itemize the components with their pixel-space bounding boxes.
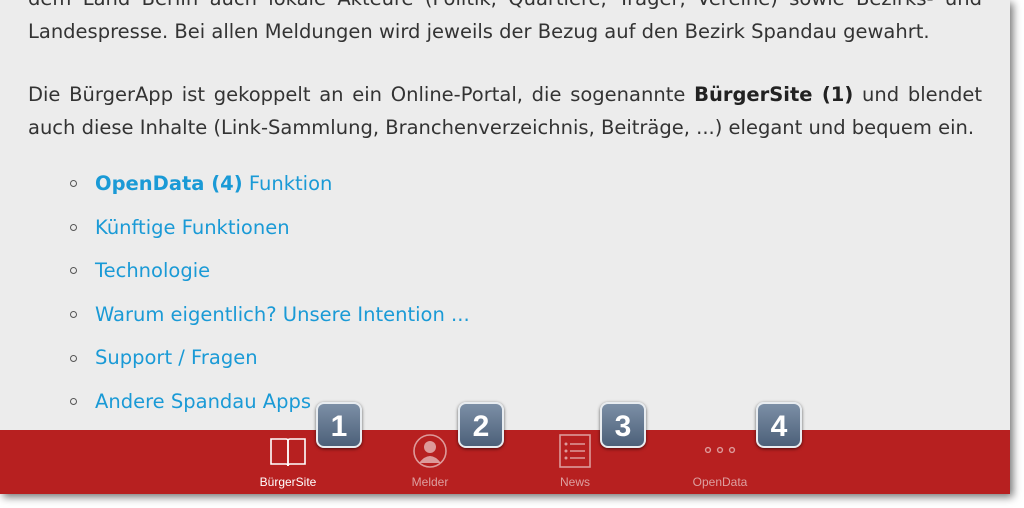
buergerapp-line-1: Die BürgerApp ist gekoppelt an ein Onlin… xyxy=(28,78,982,111)
tab-label: BürgerSite xyxy=(259,475,317,489)
intro-line-1: dem Land Berlin auch lokale Akteure (Pol… xyxy=(28,0,982,15)
link-list: OpenData (4) Funktion Künftige Funktione… xyxy=(70,162,470,424)
buergerapp-text-pre: Die BürgerApp ist gekoppelt an ein Onlin… xyxy=(28,83,695,106)
buergerapp-text-post: und blendet xyxy=(853,83,982,106)
buergerapp-paragraph: Die BürgerApp ist gekoppelt an ein Onlin… xyxy=(28,78,982,144)
link-text: Funktion xyxy=(242,172,333,195)
callout-badge-4: 4 xyxy=(756,402,802,448)
callout-badge-2: 2 xyxy=(458,402,504,448)
list-icon xyxy=(559,434,591,468)
buergerapp-line-2: auch diese Inhalte (Link-Sammlung, Branc… xyxy=(28,116,975,139)
link-text: Künftige Funktionen xyxy=(95,215,290,239)
link-kuenftige-funktionen[interactable]: Künftige Funktionen xyxy=(95,206,290,250)
tab-label: OpenData xyxy=(692,475,748,489)
book-icon xyxy=(270,438,306,467)
bullet-icon xyxy=(70,354,77,362)
list-item: Andere Spandau Apps xyxy=(70,380,470,424)
buergersite-bold: BürgerSite (1) xyxy=(694,83,854,106)
intro-paragraph: dem Land Berlin auch lokale Akteure (Pol… xyxy=(28,0,982,48)
link-support[interactable]: Support / Fragen xyxy=(95,336,258,380)
callout-badge-1: 1 xyxy=(316,402,362,448)
list-item: OpenData (4) Funktion xyxy=(70,162,470,206)
screenshot-frame: dem Land Berlin auch lokale Akteure (Pol… xyxy=(0,0,1010,494)
tab-label: News xyxy=(559,475,590,489)
link-intention[interactable]: Warum eigentlich? Unsere Intention ... xyxy=(95,293,470,337)
person-icon xyxy=(413,434,447,468)
link-text: Andere Spandau Apps xyxy=(95,389,312,413)
tab-opendata[interactable]: OpenData xyxy=(670,430,770,494)
bullet-icon xyxy=(70,311,77,319)
link-text: Warum eigentlich? Unsere Intention ... xyxy=(95,302,470,326)
callout-badge-3: 3 xyxy=(600,402,646,448)
bullet-icon xyxy=(70,267,77,275)
list-item: Künftige Funktionen xyxy=(70,206,470,250)
link-technologie[interactable]: Technologie xyxy=(95,249,210,293)
list-item: Warum eigentlich? Unsere Intention ... xyxy=(70,293,470,337)
link-opendata-funktion[interactable]: OpenData (4) Funktion xyxy=(95,162,332,206)
more-icon xyxy=(704,446,736,454)
intro-line-2: Landespresse. Bei allen Meldungen wird j… xyxy=(28,20,930,43)
link-text: Support / Fragen xyxy=(95,346,258,370)
tab-label: Melder xyxy=(411,475,449,489)
list-item: Technologie xyxy=(70,249,470,293)
bottom-tab-bar: BürgerSite Melder News OpenData xyxy=(0,430,1010,494)
link-bold-part: OpenData (4) xyxy=(95,172,243,195)
page-content: dem Land Berlin auch lokale Akteure (Pol… xyxy=(0,0,1010,494)
bullet-icon xyxy=(70,180,77,188)
bullet-icon xyxy=(70,398,77,406)
link-andere-apps[interactable]: Andere Spandau Apps xyxy=(95,380,311,424)
link-text: Technologie xyxy=(95,259,211,283)
list-item: Support / Fragen xyxy=(70,336,470,380)
bullet-icon xyxy=(70,223,77,231)
